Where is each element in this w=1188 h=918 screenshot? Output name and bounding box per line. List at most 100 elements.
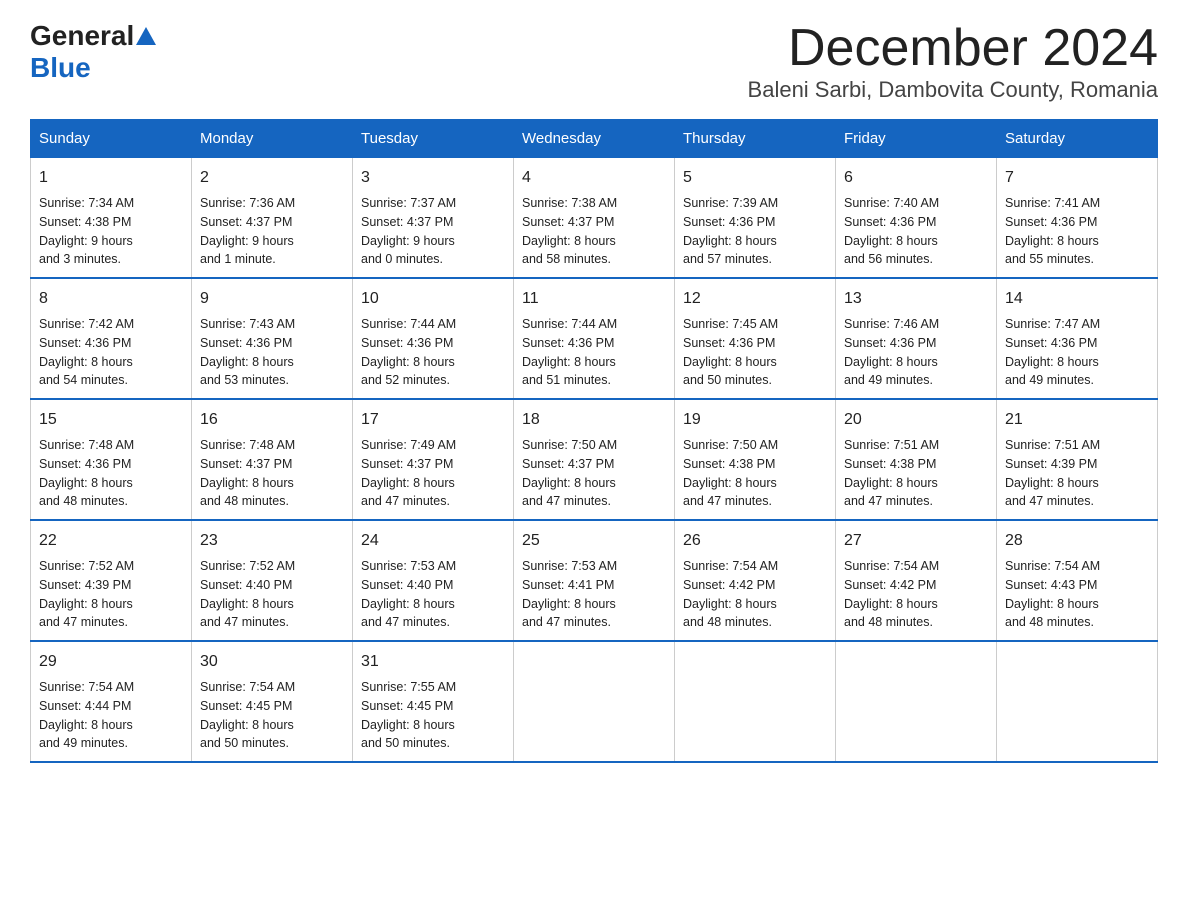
calendar-cell xyxy=(997,641,1158,762)
day-number: 21 xyxy=(1005,408,1149,432)
calendar-cell: 29 Sunrise: 7:54 AMSunset: 4:44 PMDaylig… xyxy=(31,641,192,762)
day-info: Sunrise: 7:44 AMSunset: 4:36 PMDaylight:… xyxy=(361,317,456,387)
week-row-1: 1 Sunrise: 7:34 AMSunset: 4:38 PMDayligh… xyxy=(31,158,1158,279)
month-title: December 2024 xyxy=(748,20,1158,77)
week-row-3: 15 Sunrise: 7:48 AMSunset: 4:36 PMDaylig… xyxy=(31,399,1158,520)
day-number: 20 xyxy=(844,408,988,432)
col-saturday: Saturday xyxy=(997,120,1158,158)
calendar-cell: 14 Sunrise: 7:47 AMSunset: 4:36 PMDaylig… xyxy=(997,278,1158,399)
day-info: Sunrise: 7:51 AMSunset: 4:39 PMDaylight:… xyxy=(1005,438,1100,508)
calendar-cell: 1 Sunrise: 7:34 AMSunset: 4:38 PMDayligh… xyxy=(31,158,192,279)
calendar-cell: 4 Sunrise: 7:38 AMSunset: 4:37 PMDayligh… xyxy=(514,158,675,279)
day-info: Sunrise: 7:50 AMSunset: 4:37 PMDaylight:… xyxy=(522,438,617,508)
header: General Blue December 2024 Baleni Sarbi,… xyxy=(30,20,1158,103)
logo-triangle-icon xyxy=(135,25,157,47)
day-info: Sunrise: 7:55 AMSunset: 4:45 PMDaylight:… xyxy=(361,680,456,750)
calendar-cell: 5 Sunrise: 7:39 AMSunset: 4:36 PMDayligh… xyxy=(675,158,836,279)
day-info: Sunrise: 7:47 AMSunset: 4:36 PMDaylight:… xyxy=(1005,317,1100,387)
day-info: Sunrise: 7:44 AMSunset: 4:36 PMDaylight:… xyxy=(522,317,617,387)
calendar-header-row: Sunday Monday Tuesday Wednesday Thursday… xyxy=(31,120,1158,158)
day-number: 29 xyxy=(39,650,183,674)
logo-area: General Blue xyxy=(30,20,158,84)
day-number: 23 xyxy=(200,529,344,553)
day-info: Sunrise: 7:52 AMSunset: 4:40 PMDaylight:… xyxy=(200,559,295,629)
day-info: Sunrise: 7:42 AMSunset: 4:36 PMDaylight:… xyxy=(39,317,134,387)
col-sunday: Sunday xyxy=(31,120,192,158)
week-row-2: 8 Sunrise: 7:42 AMSunset: 4:36 PMDayligh… xyxy=(31,278,1158,399)
day-number: 2 xyxy=(200,166,344,190)
day-info: Sunrise: 7:39 AMSunset: 4:36 PMDaylight:… xyxy=(683,196,778,266)
day-info: Sunrise: 7:54 AMSunset: 4:42 PMDaylight:… xyxy=(844,559,939,629)
calendar-cell: 6 Sunrise: 7:40 AMSunset: 4:36 PMDayligh… xyxy=(836,158,997,279)
col-friday: Friday xyxy=(836,120,997,158)
day-number: 9 xyxy=(200,287,344,311)
calendar-cell xyxy=(514,641,675,762)
day-number: 7 xyxy=(1005,166,1149,190)
calendar-table: Sunday Monday Tuesday Wednesday Thursday… xyxy=(30,119,1158,763)
calendar-cell: 22 Sunrise: 7:52 AMSunset: 4:39 PMDaylig… xyxy=(31,520,192,641)
calendar-cell: 10 Sunrise: 7:44 AMSunset: 4:36 PMDaylig… xyxy=(353,278,514,399)
calendar-cell: 18 Sunrise: 7:50 AMSunset: 4:37 PMDaylig… xyxy=(514,399,675,520)
day-info: Sunrise: 7:49 AMSunset: 4:37 PMDaylight:… xyxy=(361,438,456,508)
day-info: Sunrise: 7:34 AMSunset: 4:38 PMDaylight:… xyxy=(39,196,134,266)
day-info: Sunrise: 7:36 AMSunset: 4:37 PMDaylight:… xyxy=(200,196,295,266)
day-info: Sunrise: 7:54 AMSunset: 4:43 PMDaylight:… xyxy=(1005,559,1100,629)
calendar-cell: 11 Sunrise: 7:44 AMSunset: 4:36 PMDaylig… xyxy=(514,278,675,399)
day-info: Sunrise: 7:38 AMSunset: 4:37 PMDaylight:… xyxy=(522,196,617,266)
day-number: 15 xyxy=(39,408,183,432)
day-info: Sunrise: 7:48 AMSunset: 4:37 PMDaylight:… xyxy=(200,438,295,508)
week-row-5: 29 Sunrise: 7:54 AMSunset: 4:44 PMDaylig… xyxy=(31,641,1158,762)
day-number: 4 xyxy=(522,166,666,190)
calendar-cell: 31 Sunrise: 7:55 AMSunset: 4:45 PMDaylig… xyxy=(353,641,514,762)
title-area: December 2024 Baleni Sarbi, Dambovita Co… xyxy=(748,20,1158,103)
day-info: Sunrise: 7:46 AMSunset: 4:36 PMDaylight:… xyxy=(844,317,939,387)
day-number: 1 xyxy=(39,166,183,190)
calendar-cell: 23 Sunrise: 7:52 AMSunset: 4:40 PMDaylig… xyxy=(192,520,353,641)
day-info: Sunrise: 7:53 AMSunset: 4:40 PMDaylight:… xyxy=(361,559,456,629)
day-info: Sunrise: 7:50 AMSunset: 4:38 PMDaylight:… xyxy=(683,438,778,508)
day-number: 25 xyxy=(522,529,666,553)
day-info: Sunrise: 7:48 AMSunset: 4:36 PMDaylight:… xyxy=(39,438,134,508)
calendar-cell: 7 Sunrise: 7:41 AMSunset: 4:36 PMDayligh… xyxy=(997,158,1158,279)
logo: General xyxy=(30,20,158,52)
calendar-cell: 28 Sunrise: 7:54 AMSunset: 4:43 PMDaylig… xyxy=(997,520,1158,641)
day-number: 24 xyxy=(361,529,505,553)
day-info: Sunrise: 7:52 AMSunset: 4:39 PMDaylight:… xyxy=(39,559,134,629)
day-number: 14 xyxy=(1005,287,1149,311)
calendar-cell: 12 Sunrise: 7:45 AMSunset: 4:36 PMDaylig… xyxy=(675,278,836,399)
day-number: 17 xyxy=(361,408,505,432)
calendar-cell: 27 Sunrise: 7:54 AMSunset: 4:42 PMDaylig… xyxy=(836,520,997,641)
calendar-cell: 24 Sunrise: 7:53 AMSunset: 4:40 PMDaylig… xyxy=(353,520,514,641)
calendar-cell xyxy=(836,641,997,762)
calendar-cell: 9 Sunrise: 7:43 AMSunset: 4:36 PMDayligh… xyxy=(192,278,353,399)
calendar-cell: 26 Sunrise: 7:54 AMSunset: 4:42 PMDaylig… xyxy=(675,520,836,641)
day-info: Sunrise: 7:51 AMSunset: 4:38 PMDaylight:… xyxy=(844,438,939,508)
calendar-cell: 3 Sunrise: 7:37 AMSunset: 4:37 PMDayligh… xyxy=(353,158,514,279)
day-number: 30 xyxy=(200,650,344,674)
day-info: Sunrise: 7:53 AMSunset: 4:41 PMDaylight:… xyxy=(522,559,617,629)
day-info: Sunrise: 7:45 AMSunset: 4:36 PMDaylight:… xyxy=(683,317,778,387)
day-number: 5 xyxy=(683,166,827,190)
col-monday: Monday xyxy=(192,120,353,158)
day-number: 26 xyxy=(683,529,827,553)
col-thursday: Thursday xyxy=(675,120,836,158)
day-number: 16 xyxy=(200,408,344,432)
day-info: Sunrise: 7:54 AMSunset: 4:42 PMDaylight:… xyxy=(683,559,778,629)
day-number: 3 xyxy=(361,166,505,190)
calendar-cell: 19 Sunrise: 7:50 AMSunset: 4:38 PMDaylig… xyxy=(675,399,836,520)
day-number: 8 xyxy=(39,287,183,311)
calendar-cell: 8 Sunrise: 7:42 AMSunset: 4:36 PMDayligh… xyxy=(31,278,192,399)
calendar-cell: 25 Sunrise: 7:53 AMSunset: 4:41 PMDaylig… xyxy=(514,520,675,641)
day-number: 28 xyxy=(1005,529,1149,553)
day-info: Sunrise: 7:41 AMSunset: 4:36 PMDaylight:… xyxy=(1005,196,1100,266)
day-info: Sunrise: 7:37 AMSunset: 4:37 PMDaylight:… xyxy=(361,196,456,266)
calendar-cell: 15 Sunrise: 7:48 AMSunset: 4:36 PMDaylig… xyxy=(31,399,192,520)
location-subtitle: Baleni Sarbi, Dambovita County, Romania xyxy=(748,77,1158,103)
calendar-cell: 17 Sunrise: 7:49 AMSunset: 4:37 PMDaylig… xyxy=(353,399,514,520)
day-number: 13 xyxy=(844,287,988,311)
day-number: 11 xyxy=(522,287,666,311)
calendar-cell xyxy=(675,641,836,762)
calendar-cell: 2 Sunrise: 7:36 AMSunset: 4:37 PMDayligh… xyxy=(192,158,353,279)
calendar-cell: 13 Sunrise: 7:46 AMSunset: 4:36 PMDaylig… xyxy=(836,278,997,399)
day-number: 10 xyxy=(361,287,505,311)
